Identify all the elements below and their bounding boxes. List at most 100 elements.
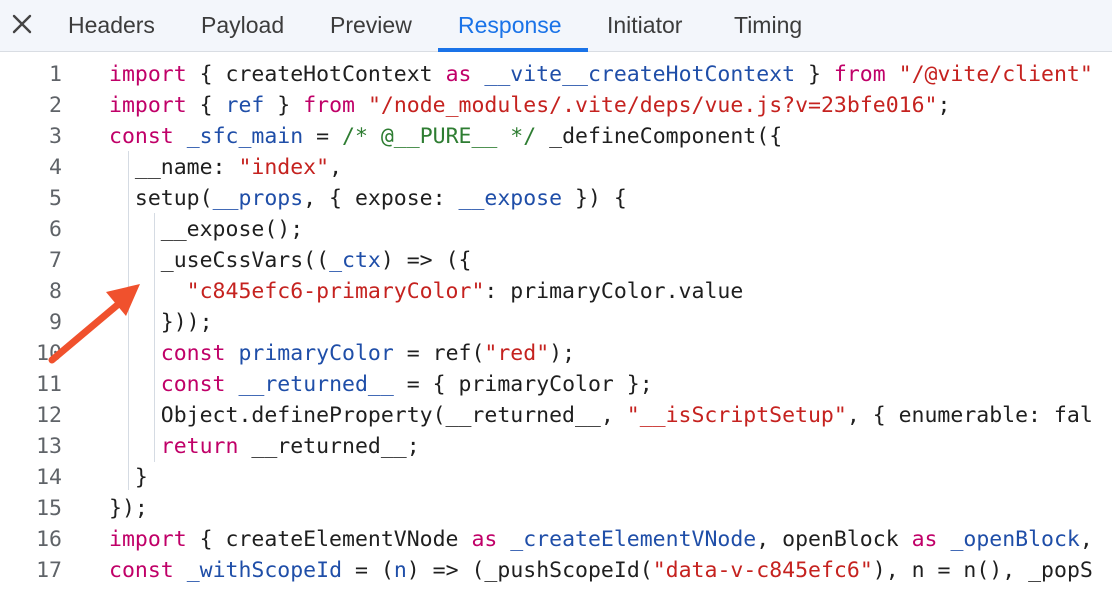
tab-initiator[interactable]: Initiator bbox=[607, 0, 682, 52]
code-token: from bbox=[833, 62, 886, 87]
code-text: return __returned__; bbox=[109, 431, 420, 462]
code-token: = bbox=[303, 124, 343, 149]
line-number: 1 bbox=[49, 62, 62, 87]
code-line: 1 import { createHotContext as __vite__cr… bbox=[0, 59, 1112, 90]
code-token: "/@vite/client" bbox=[898, 62, 1093, 87]
code-token: __expose(); bbox=[109, 217, 304, 242]
tab-preview[interactable]: Preview bbox=[330, 0, 412, 52]
code-text: import { ref } from "/node_modules/.vite… bbox=[109, 90, 950, 121]
code-token: const bbox=[109, 558, 174, 583]
code-line: 13 return __returned__; bbox=[0, 431, 1112, 462]
active-tab-indicator bbox=[438, 48, 588, 52]
code-token: , openBlock bbox=[756, 527, 912, 552]
code-token: primaryColor bbox=[238, 341, 394, 366]
line-number: 15 bbox=[36, 496, 62, 521]
line-number: 5 bbox=[49, 186, 62, 211]
code-token: ); bbox=[549, 341, 576, 366]
line-number: 2 bbox=[49, 93, 62, 118]
code-line: 12 Object.defineProperty(__returned__, "… bbox=[0, 400, 1112, 431]
code-line: 14 } bbox=[0, 462, 1112, 493]
code-line: 17 const _withScopeId = (n) => (_pushScop… bbox=[0, 555, 1112, 586]
code-token: ref bbox=[225, 93, 265, 118]
code-text: Object.defineProperty(__returned__, "__i… bbox=[109, 400, 1093, 431]
code-token: __props bbox=[212, 186, 304, 211]
code-token: return bbox=[160, 434, 239, 459]
code-token: __vite__createHotContext bbox=[484, 62, 796, 87]
code-token: } bbox=[795, 62, 834, 87]
code-token: ; bbox=[937, 93, 951, 118]
code-token: __expose bbox=[458, 186, 563, 211]
code-token: __returned__ bbox=[238, 372, 394, 397]
code-token: "/node_modules/.vite/deps/vue.js?v=23bfe… bbox=[367, 93, 938, 118]
code-line: 3 const _sfc_main = /* @__PURE__ */ _defi… bbox=[0, 121, 1112, 152]
code-text: }); bbox=[109, 493, 148, 524]
code-token: import bbox=[109, 93, 187, 118]
close-icon[interactable] bbox=[10, 10, 34, 38]
code-text: import { createHotContext as __vite__cre… bbox=[109, 59, 1093, 90]
code-token: , { enumerable: fal bbox=[846, 403, 1093, 428]
line-number: 14 bbox=[36, 465, 62, 490]
code-token: ) => ({ bbox=[380, 248, 472, 273]
line-number: 13 bbox=[36, 434, 62, 459]
code-token: { bbox=[186, 93, 226, 118]
tab-timing[interactable]: Timing bbox=[734, 0, 802, 52]
red-arrow-annotation bbox=[48, 284, 140, 364]
tab-payload[interactable]: Payload bbox=[201, 0, 284, 52]
code-token: } bbox=[264, 93, 304, 118]
line-number: 3 bbox=[49, 124, 62, 149]
code-token: "index" bbox=[238, 155, 330, 180]
code-token: as bbox=[471, 527, 498, 552]
code-token: as bbox=[445, 62, 472, 87]
code-text: setup(__props, { expose: __expose }) { bbox=[109, 183, 627, 214]
code-token: , { expose: bbox=[303, 186, 459, 211]
code-token: ) => (_pushScopeId( bbox=[406, 558, 653, 583]
code-token: const bbox=[109, 124, 174, 149]
devtools-tab-bar: Headers Payload Preview Response Initiat… bbox=[0, 0, 1112, 52]
code-token: , bbox=[329, 155, 343, 180]
code-token: }) { bbox=[562, 186, 627, 211]
code-token: "c845efc6-primaryColor" bbox=[186, 279, 485, 304]
code-token: { createHotContext bbox=[186, 62, 446, 87]
code-line: 15}); bbox=[0, 493, 1112, 524]
line-number: 17 bbox=[36, 558, 62, 583]
code-line: 4 __name: "index", bbox=[0, 152, 1112, 183]
code-token: = { primaryColor }; bbox=[393, 372, 653, 397]
code-token: ), n = n(), _popS bbox=[872, 558, 1093, 583]
code-token: _withScopeId bbox=[186, 558, 343, 583]
code-text: __expose(); bbox=[109, 214, 303, 245]
code-token: import bbox=[109, 527, 187, 552]
code-text: const _withScopeId = (n) => (_pushScopeI… bbox=[109, 555, 1093, 586]
code-token: _openBlock bbox=[950, 527, 1080, 552]
code-token: "data-v-c845efc6" bbox=[652, 558, 873, 583]
tab-response[interactable]: Response bbox=[458, 0, 562, 52]
code-token: _ctx bbox=[329, 248, 381, 273]
code-token: as bbox=[911, 527, 938, 552]
line-number: 12 bbox=[36, 403, 62, 428]
tab-headers[interactable]: Headers bbox=[68, 0, 155, 52]
code-text: import { createElementVNode as _createEl… bbox=[109, 524, 1093, 555]
code-line: 6 __expose(); bbox=[0, 214, 1112, 245]
code-token: = ref( bbox=[393, 341, 485, 366]
code-token: : primaryColor.value bbox=[484, 279, 744, 304]
code-token: Object.defineProperty(__returned__, bbox=[109, 403, 627, 428]
line-number: 4 bbox=[49, 155, 62, 180]
code-token: setup( bbox=[109, 186, 213, 211]
code-token: _sfc_main bbox=[186, 124, 304, 149]
code-line: 16 import { createElementVNode as _create… bbox=[0, 524, 1112, 555]
line-number: 16 bbox=[36, 527, 62, 552]
code-text: const _sfc_main = /* @__PURE__ */ _defin… bbox=[109, 121, 782, 152]
code-token: n bbox=[393, 558, 407, 583]
code-token: { createElementVNode bbox=[186, 527, 472, 552]
code-text: __name: "index", bbox=[109, 152, 342, 183]
code-token: __returned__; bbox=[238, 434, 420, 459]
code-token: /* @__PURE__ */ bbox=[342, 124, 537, 149]
